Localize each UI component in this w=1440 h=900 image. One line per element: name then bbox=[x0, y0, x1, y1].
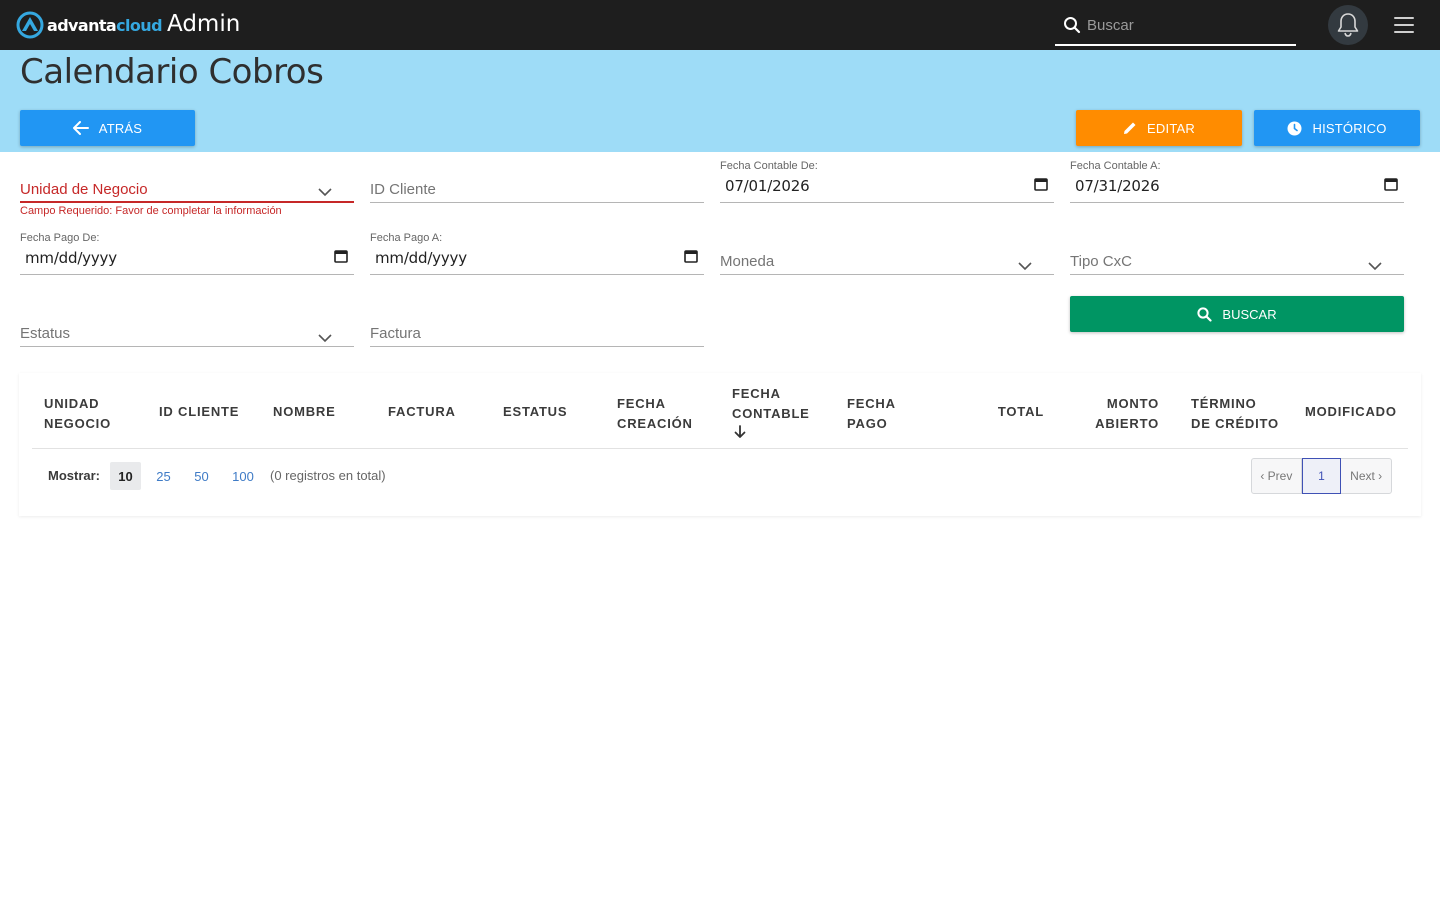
estatus-label: Estatus bbox=[20, 325, 71, 342]
moneda-select[interactable]: Moneda bbox=[720, 248, 1054, 275]
top-navbar: advantacloud Admin bbox=[0, 0, 1440, 50]
search-button-label: BUSCAR bbox=[1222, 306, 1277, 322]
page-header: Calendario Cobros ATRÁS EDITAR HISTÓRICO bbox=[0, 50, 1440, 152]
bell-icon bbox=[1337, 13, 1359, 37]
fecha-pago-de-value: mm/dd/yyyy bbox=[25, 249, 117, 267]
clock-icon bbox=[1287, 121, 1302, 135]
chevron-down-icon bbox=[318, 188, 332, 197]
chevron-down-icon bbox=[318, 334, 332, 343]
column-header-fecha-pago[interactable]: FECHA PAGO bbox=[847, 394, 896, 434]
fecha-pago-de-input[interactable]: Fecha Pago De: mm/dd/yyyy bbox=[20, 232, 354, 275]
back-button-label: ATRÁS bbox=[98, 120, 143, 136]
search-icon bbox=[1197, 306, 1213, 322]
advantacloud-logo[interactable]: advantacloud bbox=[16, 11, 163, 39]
page-size-label: Mostrar: bbox=[48, 468, 101, 483]
tipo-cxc-select[interactable]: Tipo CxC bbox=[1070, 248, 1404, 275]
unidad-negocio-error: Campo Requerido: Favor de completar la i… bbox=[20, 205, 282, 217]
fecha-contable-a-label: Fecha Contable A: bbox=[1070, 160, 1161, 172]
column-header-monto-abierto[interactable]: MONTO ABIERTO bbox=[1076, 394, 1159, 434]
id-cliente-input[interactable]: ID Cliente bbox=[370, 176, 704, 203]
back-button[interactable]: ATRÁS bbox=[20, 110, 195, 146]
id-cliente-placeholder: ID Cliente bbox=[370, 181, 436, 198]
arrow-down-sort-icon bbox=[734, 425, 746, 438]
page-size-50[interactable]: 50 bbox=[189, 462, 214, 490]
chevron-down-icon bbox=[1368, 262, 1382, 271]
column-header-id-cliente[interactable]: ID CLIENTE bbox=[159, 402, 239, 422]
edit-button[interactable]: EDITAR bbox=[1076, 110, 1242, 146]
logo-mark-icon bbox=[16, 11, 44, 39]
current-page-button[interactable]: 1 bbox=[1301, 458, 1342, 494]
estatus-select[interactable]: Estatus bbox=[20, 320, 354, 347]
column-header-total[interactable]: TOTAL bbox=[962, 402, 1044, 422]
calendar-icon[interactable] bbox=[684, 249, 698, 263]
unidad-negocio-select[interactable]: Unidad de Negocio bbox=[20, 176, 354, 203]
logo-text: advantacloud bbox=[47, 15, 163, 35]
column-header-modificado[interactable]: MODIFICADO bbox=[1305, 402, 1397, 422]
fecha-pago-de-label: Fecha Pago De: bbox=[20, 232, 100, 244]
history-button-label: HISTÓRICO bbox=[1312, 120, 1387, 136]
arrow-left-icon bbox=[72, 121, 89, 135]
pencil-icon bbox=[1124, 122, 1136, 134]
edit-button-label: EDITAR bbox=[1147, 120, 1195, 136]
calendar-icon[interactable] bbox=[1384, 177, 1398, 191]
page-size-100[interactable]: 100 bbox=[228, 462, 258, 490]
history-button[interactable]: HISTÓRICO bbox=[1254, 110, 1420, 146]
fecha-contable-de-value: 07/01/2026 bbox=[725, 177, 810, 195]
pagination: ‹ Prev 1 Next › bbox=[1251, 458, 1392, 494]
factura-placeholder: Factura bbox=[370, 325, 421, 342]
global-search bbox=[1055, 6, 1296, 46]
calendar-icon[interactable] bbox=[334, 249, 348, 263]
column-header-factura[interactable]: FACTURA bbox=[388, 402, 456, 422]
fecha-contable-de-input[interactable]: Fecha Contable De: 07/01/2026 bbox=[720, 160, 1054, 203]
fecha-contable-a-input[interactable]: Fecha Contable A: 07/31/2026 bbox=[1070, 160, 1404, 203]
page-title: Calendario Cobros bbox=[20, 52, 324, 92]
fecha-pago-a-value: mm/dd/yyyy bbox=[375, 249, 467, 267]
prev-page-button[interactable]: ‹ Prev bbox=[1252, 459, 1302, 493]
table-divider bbox=[32, 448, 1408, 449]
moneda-label: Moneda bbox=[720, 253, 775, 270]
column-header-fecha-contable[interactable]: FECHA CONTABLE bbox=[732, 384, 810, 439]
page-size-25[interactable]: 25 bbox=[151, 462, 176, 490]
search-input[interactable] bbox=[1087, 11, 1287, 39]
fecha-pago-a-input[interactable]: Fecha Pago A: mm/dd/yyyy bbox=[370, 232, 704, 275]
page-size-10[interactable]: 10 bbox=[110, 462, 141, 490]
tipo-cxc-label: Tipo CxC bbox=[1070, 253, 1132, 270]
column-header-nombre[interactable]: NOMBRE bbox=[273, 402, 336, 422]
column-header-unidad-negocio[interactable]: UNIDAD NEGOCIO bbox=[44, 394, 111, 434]
fecha-contable-de-label: Fecha Contable De: bbox=[720, 160, 818, 172]
next-page-button[interactable]: Next › bbox=[1341, 459, 1391, 493]
search-button[interactable]: BUSCAR bbox=[1070, 296, 1404, 332]
column-header-fecha-creacion[interactable]: FECHA CREACIÓN bbox=[617, 394, 693, 434]
unidad-negocio-label: Unidad de Negocio bbox=[20, 181, 148, 198]
factura-input[interactable]: Factura bbox=[370, 320, 704, 347]
results-table: UNIDAD NEGOCIO ID CLIENTE NOMBRE FACTURA … bbox=[19, 373, 1421, 516]
column-header-estatus[interactable]: ESTATUS bbox=[503, 402, 567, 422]
app-title: Admin bbox=[167, 11, 241, 37]
column-header-termino-credito[interactable]: TÉRMINO DE CRÉDITO bbox=[1191, 394, 1279, 434]
search-icon bbox=[1064, 17, 1081, 34]
fecha-contable-a-value: 07/31/2026 bbox=[1075, 177, 1160, 195]
hamburger-menu-icon[interactable] bbox=[1394, 17, 1414, 33]
total-records: (0 registros en total) bbox=[270, 468, 386, 483]
fecha-pago-a-label: Fecha Pago A: bbox=[370, 232, 443, 244]
chevron-down-icon bbox=[1018, 262, 1032, 271]
notifications-button[interactable] bbox=[1328, 5, 1368, 45]
calendar-icon[interactable] bbox=[1034, 177, 1048, 191]
